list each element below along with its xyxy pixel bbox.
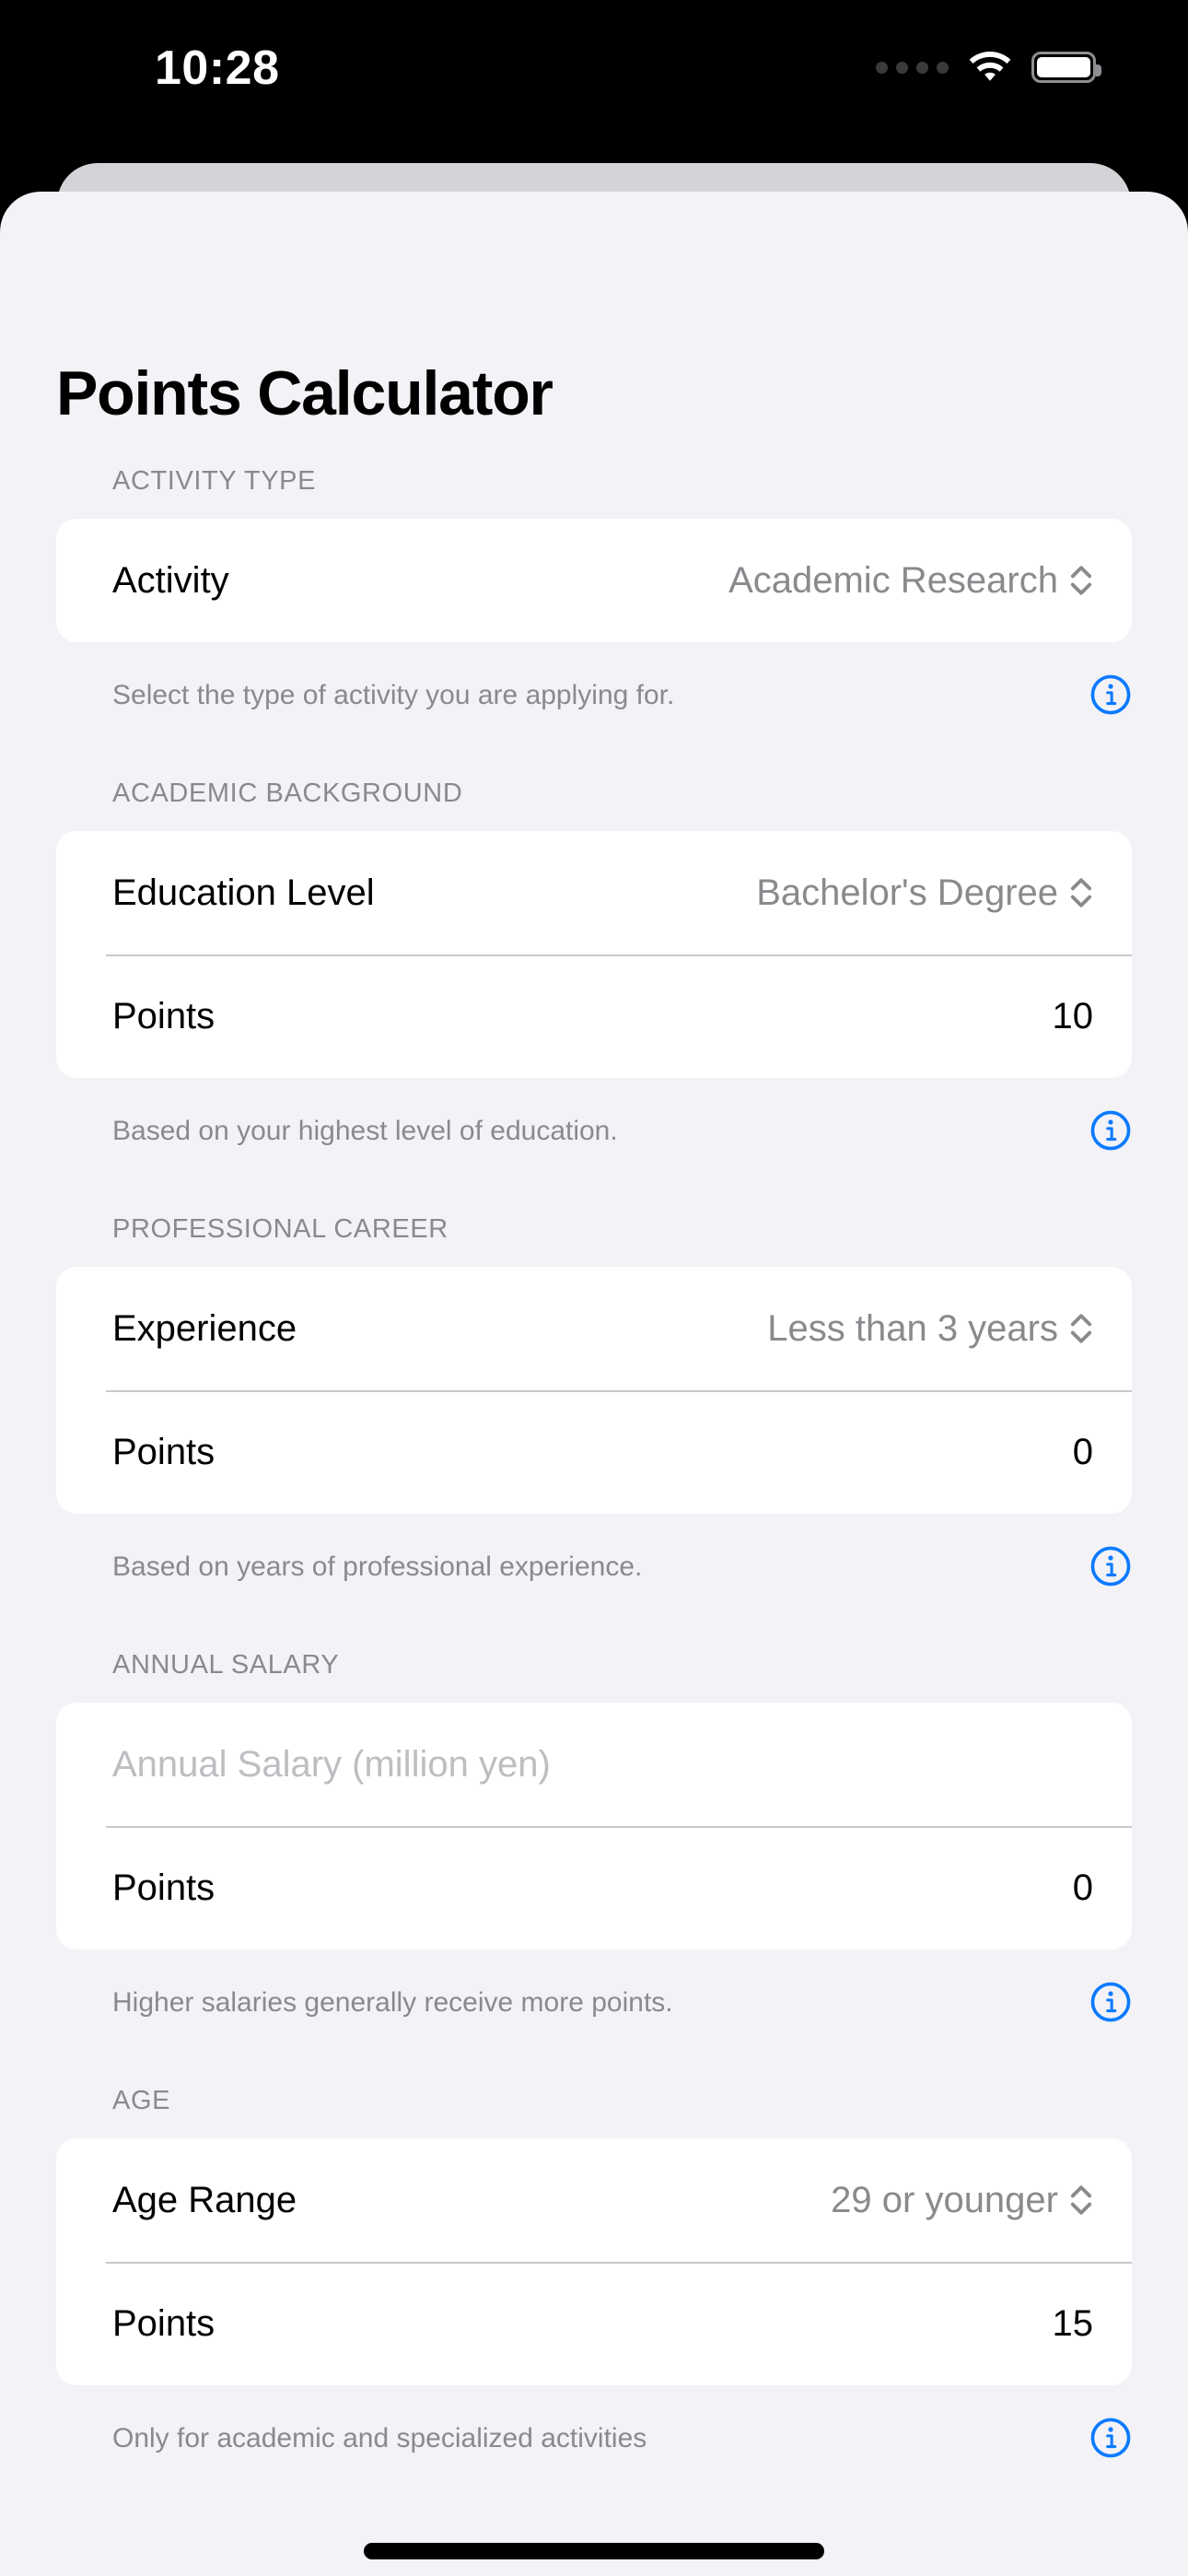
points-row: Points 0 xyxy=(56,1390,1132,1514)
points-value: 0 xyxy=(1072,1868,1093,1908)
chevron-up-down-icon[interactable] xyxy=(1069,560,1093,601)
points-value: 15 xyxy=(1052,2303,1094,2344)
picker-value: Less than 3 years xyxy=(767,1308,1058,1349)
section-card: Age Range 29 or younger Points 15 xyxy=(56,2138,1132,2385)
chevron-up-down-icon[interactable] xyxy=(1069,872,1093,913)
section-footer-text: Based on your highest level of education… xyxy=(112,1115,618,1146)
info-circle-icon[interactable] xyxy=(1089,673,1132,716)
row-label: Education Level xyxy=(112,872,375,913)
section-header: AGE xyxy=(112,2086,171,2115)
form-section: ACTIVITY TYPE Activity Academic Research S… xyxy=(0,468,1188,780)
page-title: Points Calculator xyxy=(56,358,553,428)
points-row: Points 0 xyxy=(56,1826,1132,1950)
section-footer: Only for academic and specialized activi… xyxy=(0,2385,1188,2459)
section-card: Education Level Bachelor's Degree Points 1… xyxy=(56,831,1132,1078)
phone-screen: 10:28 Points Calculator ACTIVITY TYPE Act… xyxy=(0,0,1188,2576)
chevron-up-down-icon[interactable] xyxy=(1069,1308,1093,1349)
section-header: ACTIVITY TYPE xyxy=(112,466,317,496)
section-footer-text: Select the type of activity you are appl… xyxy=(112,679,675,710)
picker-value: Bachelor's Degree xyxy=(756,872,1058,913)
section-header: ACADEMIC BACKGROUND xyxy=(112,779,463,808)
battery-full-icon xyxy=(1031,52,1101,83)
info-circle-icon[interactable] xyxy=(1089,1109,1132,1152)
form-section: PROFESSIONAL CAREER Experience Less than 3… xyxy=(0,1216,1188,1652)
picker-value: 29 or younger xyxy=(831,2180,1058,2220)
section-card: Activity Academic Research xyxy=(56,519,1132,642)
section-footer-text: Only for academic and specialized activi… xyxy=(112,2422,647,2453)
section-card: Annual Salary (million yen) Points 0 xyxy=(56,1703,1132,1950)
row-label: Experience xyxy=(112,1308,297,1349)
row-value-group[interactable]: Bachelor's Degree xyxy=(756,872,1093,913)
row-label: Points xyxy=(112,2303,215,2344)
form-section: ANNUAL SALARY Annual Salary (million yen)… xyxy=(0,1652,1188,2088)
row-label: Activity xyxy=(112,560,229,601)
picker-row[interactable]: Education Level Bachelor's Degree xyxy=(56,831,1132,954)
row-value-group[interactable]: Academic Research xyxy=(728,560,1093,601)
row-label: Age Range xyxy=(112,2180,297,2220)
picker-row[interactable]: Age Range 29 or younger xyxy=(56,2138,1132,2262)
row-label: Points xyxy=(112,996,215,1036)
settings-form: ACTIVITY TYPE Activity Academic Research S… xyxy=(0,468,1188,2576)
status-bar-indicators xyxy=(876,52,1101,83)
chevron-up-down-icon[interactable] xyxy=(1069,2180,1093,2220)
section-footer: Based on years of professional experienc… xyxy=(0,1514,1188,1587)
salary-input-placeholder[interactable]: Annual Salary (million yen) xyxy=(112,1746,551,1783)
row-value-group: 0 xyxy=(1073,1869,1093,1906)
row-label: Points xyxy=(112,1868,215,1908)
signal-dots-icon xyxy=(876,61,949,74)
section-header: ANNUAL SALARY xyxy=(112,1650,340,1680)
points-value: 10 xyxy=(1052,996,1094,1036)
form-section: ACADEMIC BACKGROUND Education Level Bachel… xyxy=(0,780,1188,1216)
section-footer-text: Higher salaries generally receive more p… xyxy=(112,1986,673,2018)
row-value-group: 15 xyxy=(1053,2305,1094,2342)
wifi-icon xyxy=(969,52,1011,81)
info-circle-icon[interactable] xyxy=(1089,1981,1132,2023)
info-circle-icon[interactable] xyxy=(1089,1545,1132,1587)
points-row: Points 15 xyxy=(56,2262,1132,2385)
section-footer-text: Based on years of professional experienc… xyxy=(112,1551,643,1582)
section-footer: Higher salaries generally receive more p… xyxy=(0,1950,1188,2023)
row-label: Points xyxy=(112,1432,215,1472)
home-indicator[interactable] xyxy=(364,2543,824,2559)
status-bar-time: 10:28 xyxy=(155,41,280,95)
picker-value: Academic Research xyxy=(728,560,1058,601)
points-row: Points 10 xyxy=(56,954,1132,1078)
form-section: AGE Age Range 29 or younger Points 15 Only f… xyxy=(0,2088,1188,2523)
section-footer: Select the type of activity you are appl… xyxy=(0,642,1188,716)
status-bar: 10:28 xyxy=(0,0,1188,111)
picker-row[interactable]: Activity Academic Research xyxy=(56,519,1132,642)
points-value: 0 xyxy=(1072,1432,1093,1472)
main-sheet: Points Calculator ACTIVITY TYPE Activity A… xyxy=(0,192,1188,2576)
section-header: PROFESSIONAL CAREER xyxy=(112,1214,448,1244)
row-value-group[interactable]: 29 or younger xyxy=(831,2180,1093,2220)
info-circle-icon[interactable] xyxy=(1089,2417,1132,2459)
row-value-group[interactable]: Less than 3 years xyxy=(767,1308,1093,1349)
picker-row[interactable]: Experience Less than 3 years xyxy=(56,1267,1132,1390)
row-value-group: 0 xyxy=(1073,1434,1093,1470)
salary-input-row[interactable]: Annual Salary (million yen) xyxy=(56,1703,1132,1826)
row-value-group: 10 xyxy=(1053,998,1094,1035)
section-card: Experience Less than 3 years Points 0 xyxy=(56,1267,1132,1514)
section-footer: Based on your highest level of education… xyxy=(0,1078,1188,1152)
